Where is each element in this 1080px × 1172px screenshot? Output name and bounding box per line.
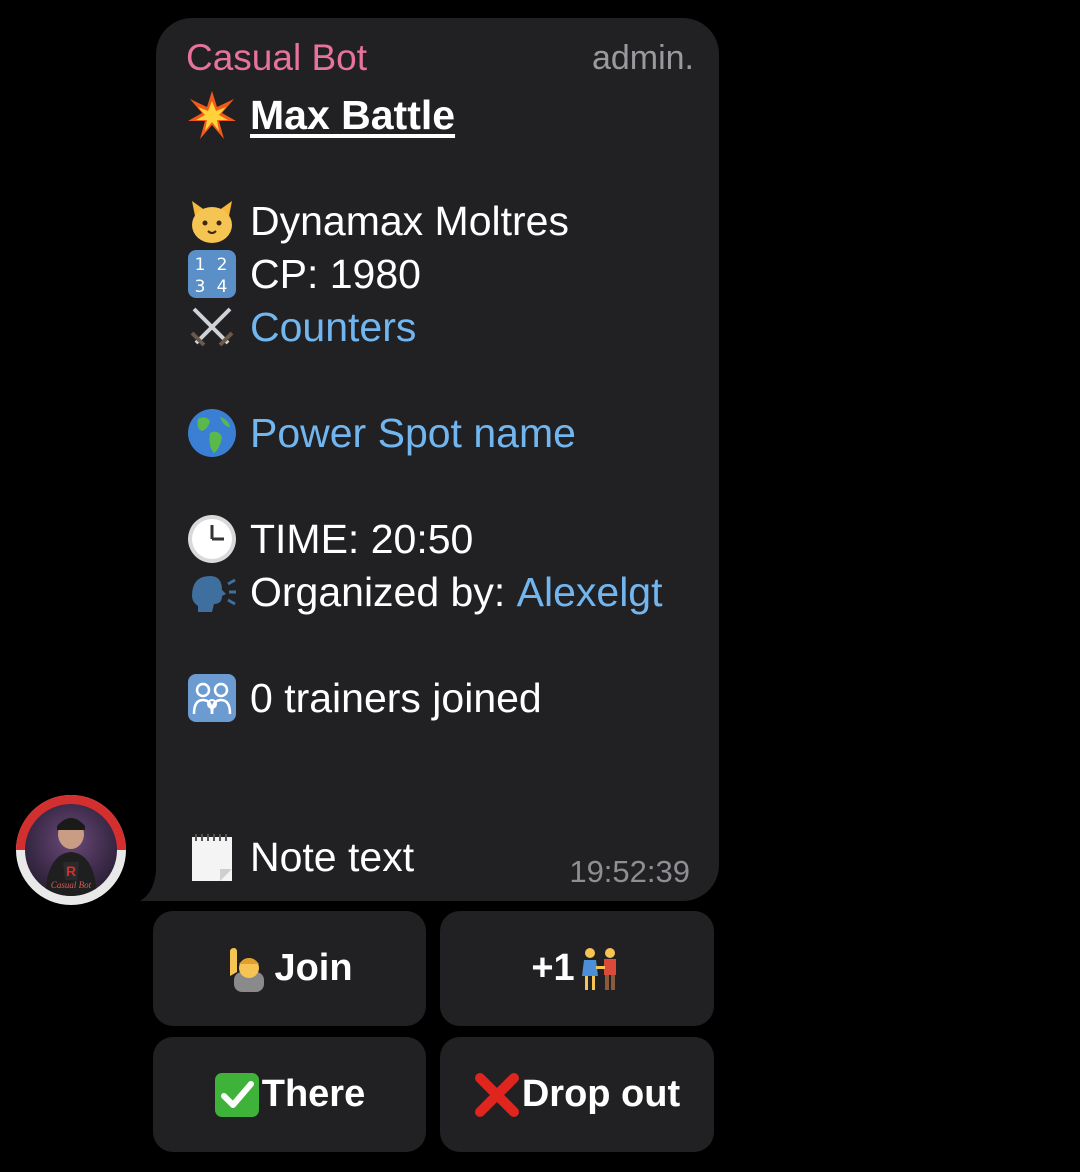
svg-text:Casual Bot: Casual Bot [51,880,92,890]
join-label: Join [274,947,353,989]
drop-out-label: Drop out [521,1073,681,1115]
location-line: Power Spot name [186,407,576,459]
cat-face-icon [186,195,238,247]
svg-text:2: 2 [217,255,228,275]
notepad-icon [186,831,238,883]
note-text: Note text [250,834,415,880]
trainers-line: 0 trainers joined [186,672,542,724]
note-line: Note text [186,831,414,883]
plus-one-label: +1 [531,947,575,989]
plus-one-button[interactable]: +1 [440,911,714,1026]
sender-name[interactable]: Casual Bot [186,36,367,80]
svg-text:R: R [66,863,76,879]
cp-line: 1 2 3 4 CP: 1980 [186,248,421,300]
svg-text:1: 1 [195,255,206,275]
drop-out-button[interactable]: Drop out [440,1037,714,1152]
event-time: TIME: 20:50 [250,516,474,562]
bubble-tail [140,871,168,901]
organizer-link[interactable]: Alexelgt [517,566,663,618]
cp-value: CP: 1980 [250,251,421,297]
counters-line: Counters [186,301,416,353]
counters-link[interactable]: Counters [250,301,416,353]
family-icon [186,672,238,724]
collision-icon [186,89,238,141]
trainers-count: 0 trainers joined [250,675,542,721]
bot-avatar[interactable]: R Casual Bot [16,795,126,905]
speaking-head-icon [186,566,238,618]
title-line: Max Battle [186,89,455,141]
pokemon-name: Dynamax Moltres [250,198,569,244]
organizer-line: Organized by: Alexelgt [186,566,663,618]
svg-text:4: 4 [217,277,228,297]
crossed-swords-icon [186,301,238,353]
cross-mark-icon [474,1072,520,1118]
location-link[interactable]: Power Spot name [250,407,576,459]
message-bubble[interactable] [156,18,719,901]
raising-hand-icon [226,946,272,992]
message-timestamp: 19:52:39 [569,854,690,889]
pokemon-line: Dynamax Moltres [186,195,569,247]
there-label: There [261,1073,366,1115]
organizer-label: Organized by: [250,569,517,615]
there-button[interactable]: There [153,1037,426,1152]
join-button[interactable]: Join [153,911,426,1026]
clock-icon [186,513,238,565]
chat-screen: R Casual Bot Casual Bot admin. Max Battl… [0,0,1080,1172]
svg-text:3: 3 [195,277,206,297]
rocket-grunt-icon: R Casual Bot [45,818,97,896]
admin-badge: admin. [591,39,694,77]
numbers-1234-icon: 1 2 3 4 [186,248,238,300]
time-line: TIME: 20:50 [186,513,473,565]
avatar-image: R Casual Bot [25,804,117,896]
couple-icon [577,946,623,992]
check-mark-icon [214,1072,260,1118]
globe-icon [186,407,238,459]
message-title: Max Battle [250,92,456,138]
